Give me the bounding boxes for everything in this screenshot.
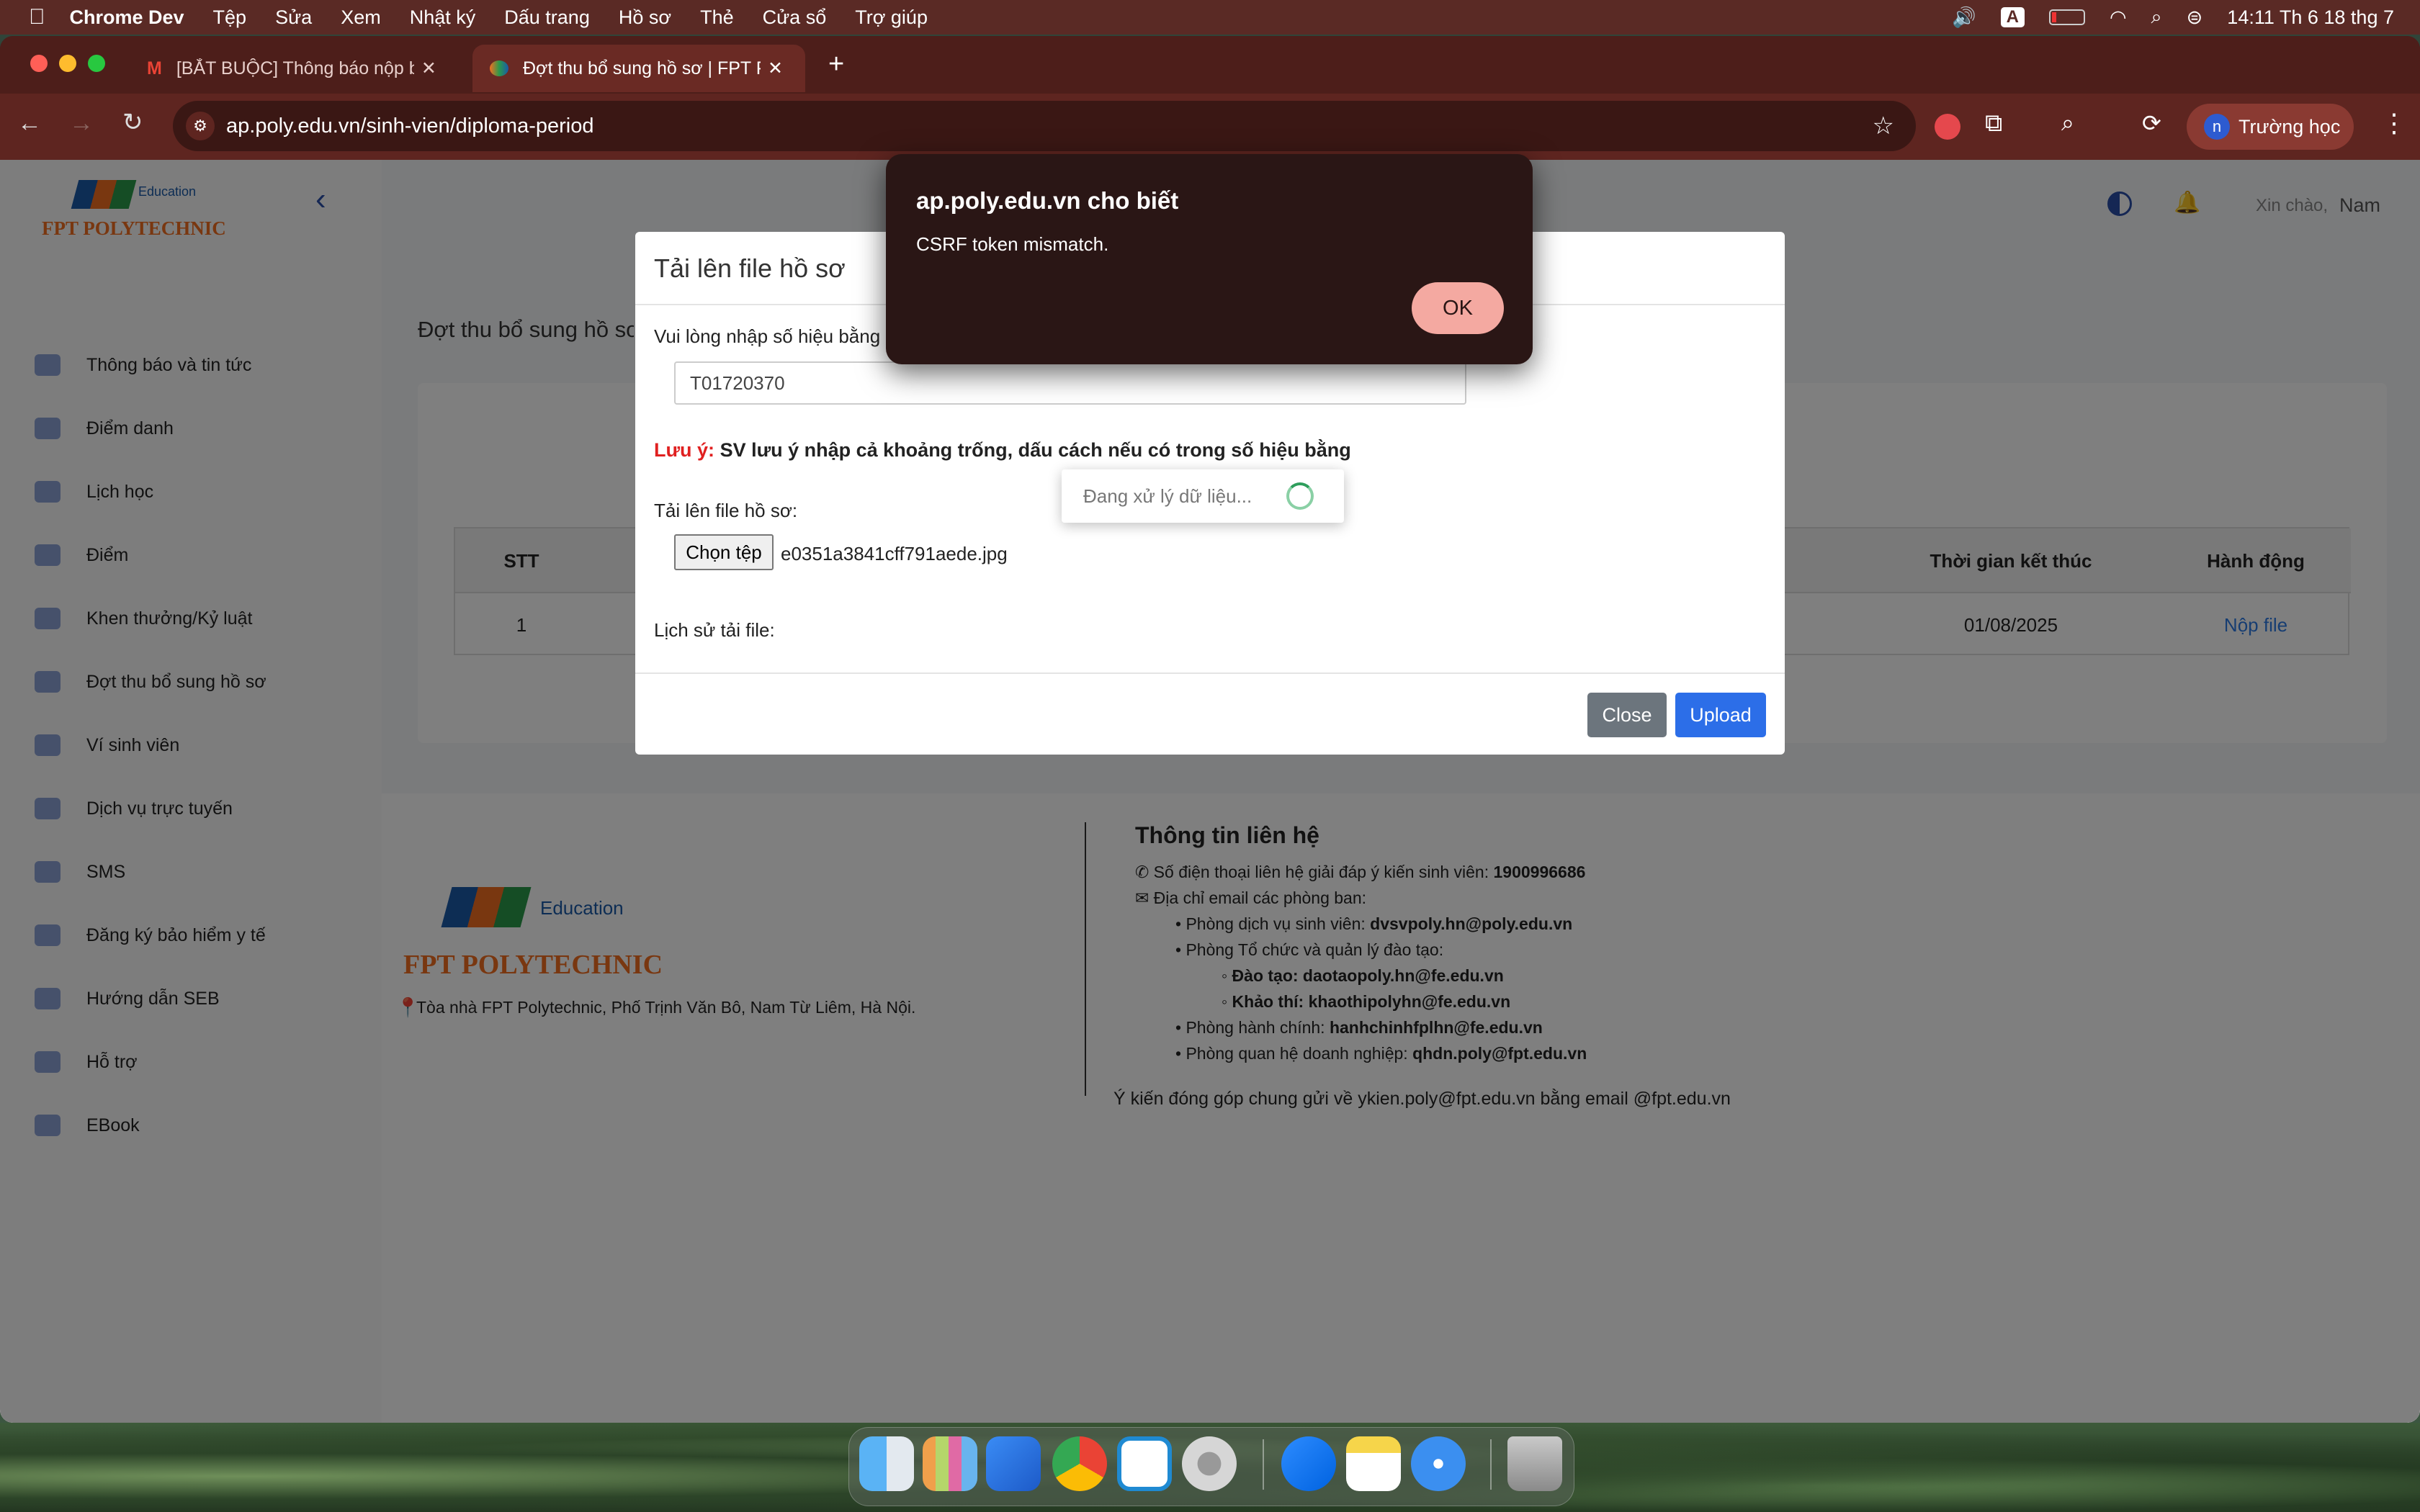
modal-footer-divider	[635, 672, 1785, 674]
menu-item-window[interactable]: Cửa sổ	[763, 6, 827, 29]
input-source-indicator[interactable]: A	[2000, 7, 2025, 27]
reload-icon[interactable]: ↻	[122, 108, 143, 137]
site-info-icon[interactable]: ⚙	[186, 112, 215, 140]
tab-close-icon[interactable]: ✕	[768, 58, 783, 79]
modal-title: Tải lên file hồ sơ	[654, 253, 846, 283]
note-text: Lưu ý: SV lưu ý nhập cả khoảng trống, dấ…	[654, 439, 1351, 462]
processing-indicator: Đang xử lý dữ liệu...	[1062, 469, 1344, 523]
notes-icon[interactable]	[1346, 1436, 1401, 1491]
menubar-app-name[interactable]: Chrome Dev	[70, 6, 184, 29]
extensions-puzzle-icon[interactable]: ⧉	[1985, 109, 2002, 138]
diploma-number-prompt: Vui lòng nhập số hiệu bằng	[654, 325, 881, 347]
menu-item-file[interactable]: Tệp	[213, 6, 247, 29]
xcode-icon[interactable]	[986, 1436, 1041, 1491]
forward-icon[interactable]: →	[69, 109, 94, 138]
processing-text: Đang xử lý dữ liệu...	[1083, 485, 1252, 507]
vscode-icon[interactable]	[1117, 1436, 1172, 1491]
menu-item-help[interactable]: Trợ giúp	[855, 6, 928, 29]
choose-file-button[interactable]: Chọn tệp	[674, 534, 774, 570]
spinner-icon	[1286, 482, 1314, 510]
extension-red-icon[interactable]	[1935, 114, 1960, 140]
spotlight-icon[interactable]: ⌕	[2151, 6, 2162, 29]
volume-icon[interactable]: 🔊	[1952, 6, 1976, 29]
wifi-icon[interactable]: ◠	[2110, 6, 2127, 29]
launchpad-icon[interactable]	[923, 1436, 977, 1491]
chrome-icon[interactable]	[1052, 1436, 1107, 1491]
control-center-icon[interactable]: ⊜	[2187, 6, 2203, 29]
tab-search-icon[interactable]: ⌕	[2061, 109, 2074, 137]
system-settings-icon[interactable]	[1182, 1436, 1237, 1491]
messenger-icon[interactable]	[1281, 1436, 1336, 1491]
window-zoom-button[interactable]	[88, 55, 105, 72]
note-body: SV lưu ý nhập cả khoảng trống, dấu cách …	[720, 439, 1351, 461]
tab-title: [BẮT BUỘC] Thông báo nộp b	[176, 58, 414, 78]
dock-separator	[1490, 1439, 1492, 1490]
menu-item-edit[interactable]: Sửa	[275, 6, 312, 29]
address-bar[interactable]: ⚙ ap.poly.edu.vn/sinh-vien/diploma-perio…	[173, 101, 1916, 151]
url-text[interactable]: ap.poly.edu.vn/sinh-vien/diploma-period	[226, 114, 594, 138]
tab-strip: M [BẮT BUỘC] Thông báo nộp b ✕ Đợt thu b…	[0, 36, 2420, 94]
profile-chip[interactable]: n Trường học	[2187, 104, 2354, 150]
trash-icon[interactable]	[1507, 1436, 1562, 1491]
alert-message: CSRF token mismatch.	[916, 233, 1109, 255]
tab-title: Đợt thu bổ sung hồ sơ | FPT P	[523, 58, 761, 78]
diploma-number-input[interactable]	[674, 361, 1466, 405]
profile-label: Trường học	[2238, 115, 2341, 138]
menu-item-bookmarks[interactable]: Dấu trang	[504, 6, 590, 29]
upload-history-label: Lịch sử tải file:	[654, 619, 775, 641]
profile-avatar: n	[2204, 114, 2230, 140]
macos-menubar:  Chrome Dev Tệp Sửa Xem Nhật ký Dấu tra…	[0, 0, 2420, 35]
new-tab-button[interactable]: +	[828, 49, 844, 80]
menu-item-history[interactable]: Nhật ký	[410, 6, 476, 29]
back-icon[interactable]: ←	[17, 109, 42, 138]
fpt-icon	[490, 60, 508, 76]
gmail-icon: M	[147, 58, 162, 78]
tab-active[interactable]: Đợt thu bổ sung hồ sơ | FPT P ✕	[472, 45, 805, 92]
tab-close-icon[interactable]: ✕	[421, 58, 436, 79]
menu-item-profiles[interactable]: Hồ sơ	[619, 6, 671, 29]
upload-button[interactable]: Upload	[1675, 693, 1766, 737]
performance-icon[interactable]: ⟳	[2142, 109, 2161, 137]
bookmark-star-icon[interactable]: ☆	[1873, 112, 1894, 140]
battery-icon[interactable]	[2048, 9, 2085, 25]
selected-file-name: e0351a3841cff791aede.jpg	[781, 543, 1008, 564]
menu-item-tab[interactable]: Thẻ	[700, 6, 734, 29]
window-close-button[interactable]	[30, 55, 48, 72]
safari-icon[interactable]	[1411, 1436, 1466, 1491]
dock-separator	[1263, 1439, 1264, 1490]
menubar-clock[interactable]: 14:11 Th 6 18 thg 7	[2227, 6, 2394, 29]
browser-menu-icon[interactable]: ⋮	[2381, 108, 2407, 138]
alert-ok-button[interactable]: OK	[1412, 282, 1504, 334]
alert-title: ap.poly.edu.vn cho biết	[916, 187, 1179, 214]
menu-item-view[interactable]: Xem	[341, 6, 381, 29]
apple-icon[interactable]: 	[29, 5, 45, 30]
window-minimize-button[interactable]	[59, 55, 76, 72]
browser-toolbar: ← → ↻ ⚙ ap.poly.edu.vn/sinh-vien/diploma…	[0, 94, 2420, 160]
tab-gmail[interactable]: M [BẮT BUỘC] Thông báo nộp b ✕	[130, 45, 468, 92]
upload-file-label: Tải lên file hồ sơ:	[654, 500, 798, 521]
close-button[interactable]: Close	[1587, 693, 1667, 737]
finder-icon[interactable]	[859, 1436, 914, 1491]
note-label: Lưu ý:	[654, 439, 715, 461]
dock	[848, 1427, 1574, 1506]
alert-dialog: ap.poly.edu.vn cho biết CSRF token misma…	[886, 154, 1533, 364]
